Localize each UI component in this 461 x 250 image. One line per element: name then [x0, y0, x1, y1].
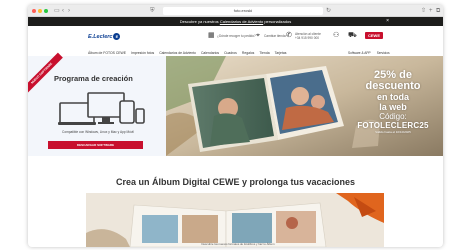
back-icon[interactable]: ‹	[62, 7, 64, 15]
compatibility-text: Compatible con Windows, Linux y Mac y Ap…	[62, 130, 134, 134]
discount-line-2: descuento	[365, 80, 421, 92]
promo-prefix: Descubre ya nuestros	[179, 19, 219, 24]
change-store-link[interactable]: Cambiar tienda	[264, 34, 286, 38]
logo-mark: E	[113, 33, 121, 41]
store-info[interactable]: ¿Dónde recoger tu pedido?	[217, 34, 256, 38]
section-caption: Descubre los nuevos formatos de fotolibr…	[201, 242, 275, 246]
discount-line-4: la web	[379, 102, 407, 112]
maximize-window-button[interactable]	[44, 9, 48, 13]
sidebar-icon[interactable]: ▭	[54, 7, 60, 15]
discount-line-3: en toda	[376, 92, 409, 102]
phone-number[interactable]: +34 915 990 000	[295, 36, 319, 40]
discount-note: Válido hasta el 10/10/2025	[375, 130, 411, 134]
code-label: Código:	[379, 112, 407, 121]
promo-banner[interactable]: 25% de descuento en toda la web Código: …	[166, 56, 443, 156]
software-title: Programa de creación	[54, 74, 133, 83]
forward-icon[interactable]: ›	[68, 7, 70, 15]
promo-link[interactable]: Calendarios de Adviento	[220, 19, 263, 24]
shield-icon: ⛨	[150, 8, 155, 14]
section-title: Crea un Álbum Digital CEWE y prolonga tu…	[115, 177, 356, 187]
location-pin-icon: ⌖	[256, 32, 260, 39]
promo-bar: Descubre ya nuestros Calendarios de Advi…	[28, 17, 443, 26]
phone-icon: ✆	[286, 32, 292, 39]
discount-block: 25% de descuento en toda la web Código: …	[345, 70, 441, 135]
album-photo-image	[86, 193, 384, 247]
devices-icon	[58, 92, 145, 125]
address-bar[interactable]: foto.eroski	[163, 7, 323, 15]
software-banner: NUEVO SOFTWARE Programa de creación Comp…	[28, 52, 166, 156]
new-tab-icon[interactable]: +	[429, 7, 433, 15]
download-software-button[interactable]: DESCARGAR SOFTWARE	[48, 141, 143, 149]
browser-toolbar: ▭ ‹ › ⛨ foto.eroski ↻ ⇧ + ⧉	[28, 5, 443, 17]
minimize-window-button[interactable]	[38, 9, 42, 13]
logo-text: E.Leclerc	[88, 34, 113, 40]
promo-close-button[interactable]: ×	[386, 17, 389, 26]
browser-window: ▭ ‹ › ⛨ foto.eroski ↻ ⇧ + ⧉ Descubre ya …	[28, 5, 443, 247]
user-icon[interactable]: ⚇	[333, 32, 339, 40]
cart-icon[interactable]: ⛟	[348, 32, 357, 40]
tabs-icon[interactable]: ⧉	[436, 7, 440, 15]
close-window-button[interactable]	[32, 9, 36, 13]
site-logo[interactable]: E.Leclerc E	[88, 33, 121, 41]
promo-suffix: personalizados	[264, 19, 292, 24]
digital-album-image	[86, 193, 384, 247]
calendar-icon: ▦	[208, 32, 215, 39]
share-icon[interactable]: ⇧	[421, 7, 426, 15]
cewe-badge[interactable]: CEWE	[365, 32, 383, 39]
discount-code[interactable]: FOTOLECLERC25	[345, 121, 441, 130]
reload-icon[interactable]: ↻	[326, 7, 331, 15]
